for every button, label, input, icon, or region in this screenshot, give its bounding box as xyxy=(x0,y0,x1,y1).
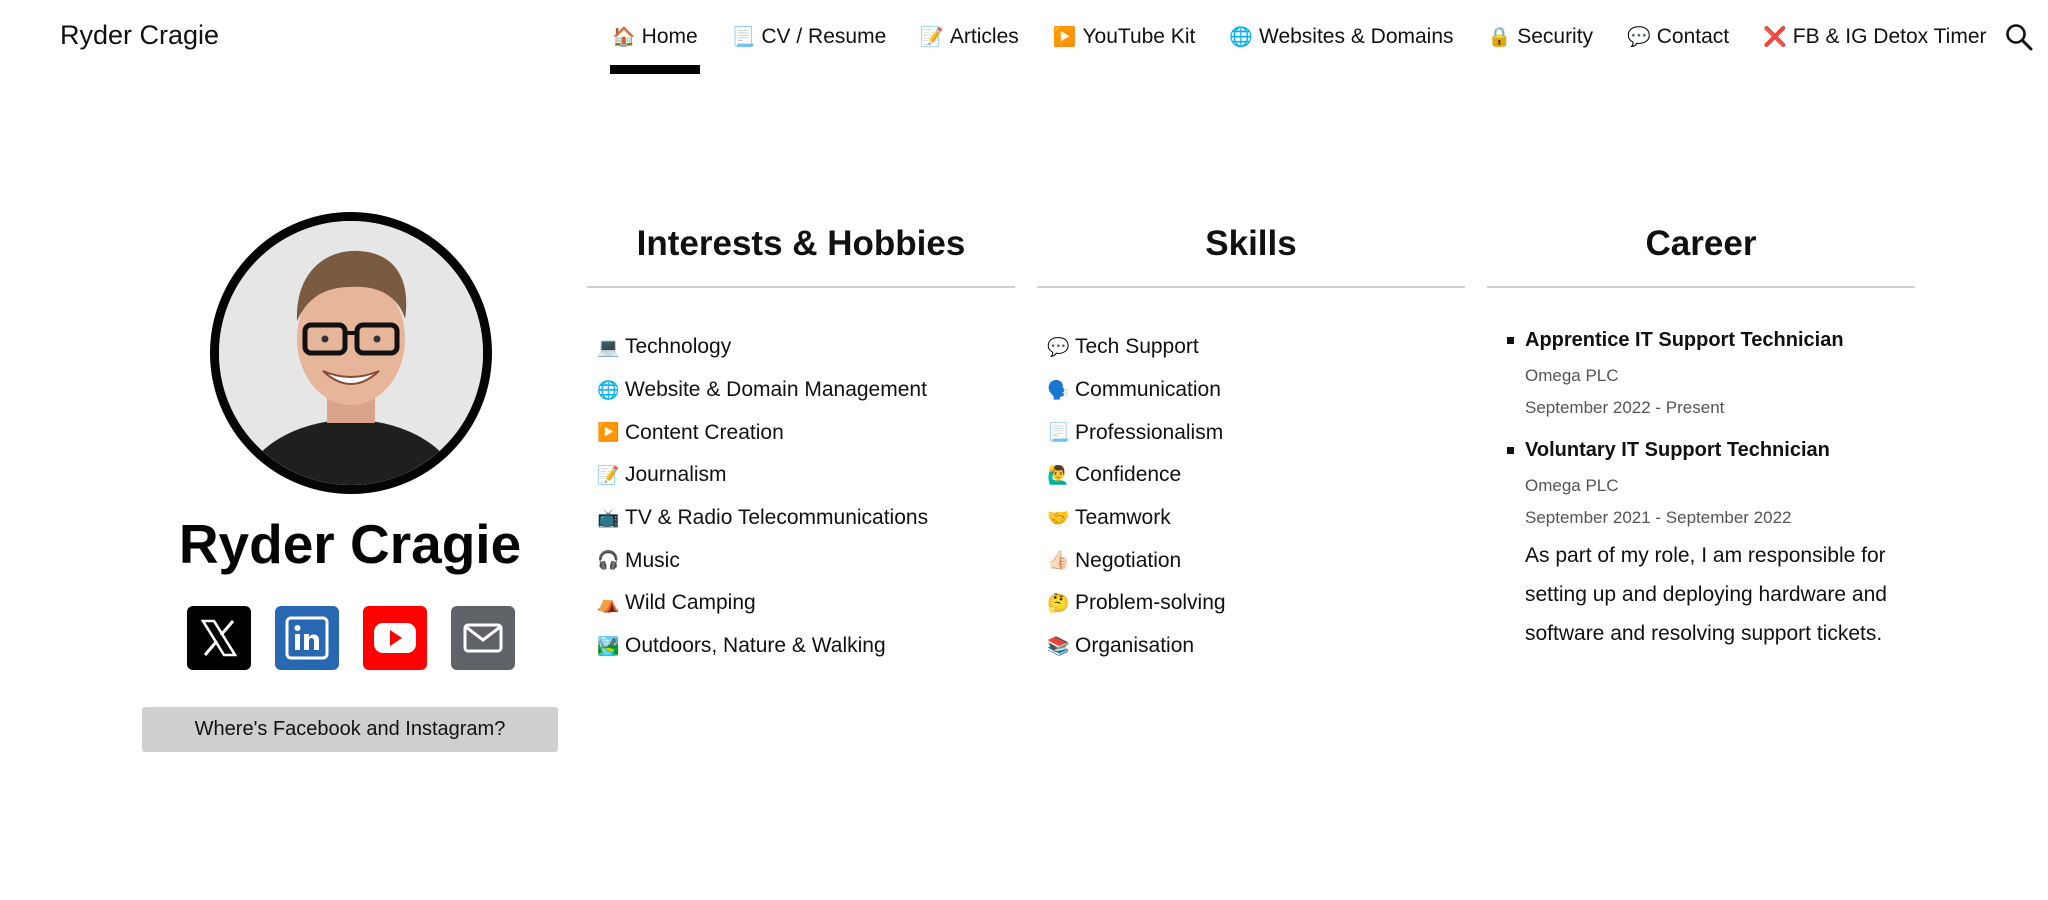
career-title: Career xyxy=(1645,224,1757,263)
skill-item: 🤝 Teamwork xyxy=(1047,506,1171,530)
interest-item: 📝 Journalism xyxy=(597,463,727,487)
interest-item: 🎧 Music xyxy=(597,548,680,572)
play-icon: ▶️ xyxy=(597,422,620,443)
nav-websites-label: Websites & Domains xyxy=(1259,25,1454,48)
nav-home[interactable]: 🏠 Home xyxy=(610,0,700,74)
nav-security-label: Security xyxy=(1517,25,1594,48)
skills-title: Skills xyxy=(1205,224,1297,263)
globe-icon: 🌐 xyxy=(597,379,620,400)
thumbs-up-icon: 👍🏻 xyxy=(1047,550,1070,571)
youtube-button[interactable] xyxy=(363,606,427,670)
play-icon: ▶️ xyxy=(1052,27,1077,48)
bullet-icon xyxy=(1507,337,1514,344)
bullet-icon xyxy=(1507,447,1514,454)
skill-item: 👍🏻 Negotiation xyxy=(1047,548,1182,572)
avatar xyxy=(210,212,492,494)
linkedin-button[interactable] xyxy=(275,606,339,670)
skill-item: 🤔 Problem-solving xyxy=(1047,591,1226,615)
nav-articles[interactable]: 📝 Articles xyxy=(920,0,1019,74)
globe-icon: 🌐 xyxy=(1229,27,1253,48)
interests-title: Interests & Hobbies xyxy=(636,224,966,263)
nav-youtube-label: YouTube Kit xyxy=(1082,25,1196,48)
skill-item: 🙋‍♂️ Confidence xyxy=(1047,463,1182,487)
memo-icon: 📝 xyxy=(597,464,620,485)
skills-list: 💬 Tech Support 🗣️ Communication 📃 Professio… xyxy=(1037,326,1465,668)
interest-item: ⛺ Wild Camping xyxy=(597,591,756,615)
career-section: Career Apprentice IT Support Technician … xyxy=(1487,220,1915,653)
skill-item: 📚 Organisation xyxy=(1047,634,1195,658)
nav-detox-timer[interactable]: ❌ FB & IG Detox Timer xyxy=(1763,0,1986,74)
job-title: Voluntary IT Support Technician xyxy=(1525,439,1830,461)
lock-icon: 🔒 xyxy=(1487,27,1512,48)
job-dates: September 2021 - September 2022 xyxy=(1525,508,1792,527)
social-links xyxy=(187,606,515,670)
search-icon xyxy=(2006,24,2033,51)
skills-divider xyxy=(1037,286,1465,288)
nav-security[interactable]: 🔒 Security xyxy=(1488,0,1594,74)
memo-icon: 📝 xyxy=(920,27,944,48)
skill-item: 📃 Professionalism xyxy=(1047,420,1224,444)
interest-item: 🌐 Website & Domain Management xyxy=(597,378,927,402)
interest-item: 💻 Technology xyxy=(597,335,732,359)
profile-name: Ryder Cragie xyxy=(178,513,522,575)
career-item: Apprentice IT Support Technician Omega P… xyxy=(1507,328,1915,418)
speech-bubble-icon: 💬 xyxy=(1047,336,1070,357)
skill-item: 🗣️ Communication xyxy=(1047,378,1221,402)
nav-detox-label: FB & IG Detox Timer xyxy=(1792,25,1987,48)
interests-section: Interests & Hobbies 💻 Technology 🌐 Website… xyxy=(587,220,1015,668)
tent-icon: ⛺ xyxy=(597,592,620,613)
television-icon: 📺 xyxy=(597,507,620,528)
career-list: Apprentice IT Support Technician Omega P… xyxy=(1487,328,1915,653)
interest-item: 🏞️ Outdoors, Nature & Walking xyxy=(597,634,886,658)
youtube-icon xyxy=(374,623,416,653)
headphones-icon: 🎧 xyxy=(597,550,620,571)
interest-item: 📺 TV & Radio Telecommunications xyxy=(597,506,929,530)
linkedin-icon xyxy=(285,616,329,660)
nav-contact-label: Contact xyxy=(1656,25,1730,48)
handshake-icon: 🤝 xyxy=(1047,507,1070,528)
facebook-instagram-button[interactable]: Where's Facebook and Instagram? xyxy=(142,707,558,752)
thinking-face-icon: 🤔 xyxy=(1047,592,1070,613)
job-dates: September 2022 - Present xyxy=(1525,398,1725,417)
nav-youtube-kit[interactable]: ▶️ YouTube Kit xyxy=(1053,0,1196,74)
laptop-icon: 💻 xyxy=(597,336,620,357)
books-icon: 📚 xyxy=(1047,635,1070,656)
speaking-head-icon: 🗣️ xyxy=(1047,379,1070,400)
skills-section: Skills 💬 Tech Support 🗣️ Communication 📃 Pr… xyxy=(1037,220,1465,668)
email-icon xyxy=(463,623,503,653)
job-company: Omega PLC xyxy=(1525,366,1619,385)
interests-divider xyxy=(587,286,1015,288)
raising-hand-icon: 🙋‍♂️ xyxy=(1047,464,1070,485)
interests-list: 💻 Technology 🌐 Website & Domain Management… xyxy=(587,326,1015,668)
career-divider xyxy=(1487,286,1915,288)
email-button[interactable] xyxy=(451,606,515,670)
x-icon xyxy=(200,619,238,657)
nav-cv-resume[interactable]: 📃 CV / Resume xyxy=(732,0,887,74)
job-title: Apprentice IT Support Technician xyxy=(1525,329,1844,351)
site-title[interactable]: Ryder Cragie xyxy=(60,20,219,51)
house-icon: 🏠 xyxy=(612,27,636,48)
interest-item: ▶️ Content Creation xyxy=(597,420,784,444)
nav-home-label: Home xyxy=(641,25,698,48)
speech-bubble-icon: 💬 xyxy=(1627,27,1651,48)
landscape-icon: 🏞️ xyxy=(597,635,620,656)
main-nav: 🏠 Home 📃 CV / Resume 📝 Articles ▶️ YouTu… xyxy=(610,0,2021,76)
nav-websites-domains[interactable]: 🌐 Websites & Domains xyxy=(1229,0,1453,74)
scroll-icon: 📃 xyxy=(1047,422,1070,443)
x-button[interactable] xyxy=(187,606,251,670)
nav-articles-label: Articles xyxy=(949,25,1019,48)
search-button[interactable] xyxy=(2004,22,2034,52)
scroll-icon: 📃 xyxy=(731,27,756,48)
skill-item: 💬 Tech Support xyxy=(1047,335,1199,359)
job-company: Omega PLC xyxy=(1525,476,1619,495)
job-description: As part of my role, I am responsible for… xyxy=(1525,544,1887,645)
nav-contact[interactable]: 💬 Contact xyxy=(1627,0,1729,74)
nav-cv-label: CV / Resume xyxy=(761,25,887,48)
cross-mark-icon: ❌ xyxy=(1763,27,1787,48)
career-item: Voluntary IT Support Technician Omega PL… xyxy=(1507,438,1915,653)
